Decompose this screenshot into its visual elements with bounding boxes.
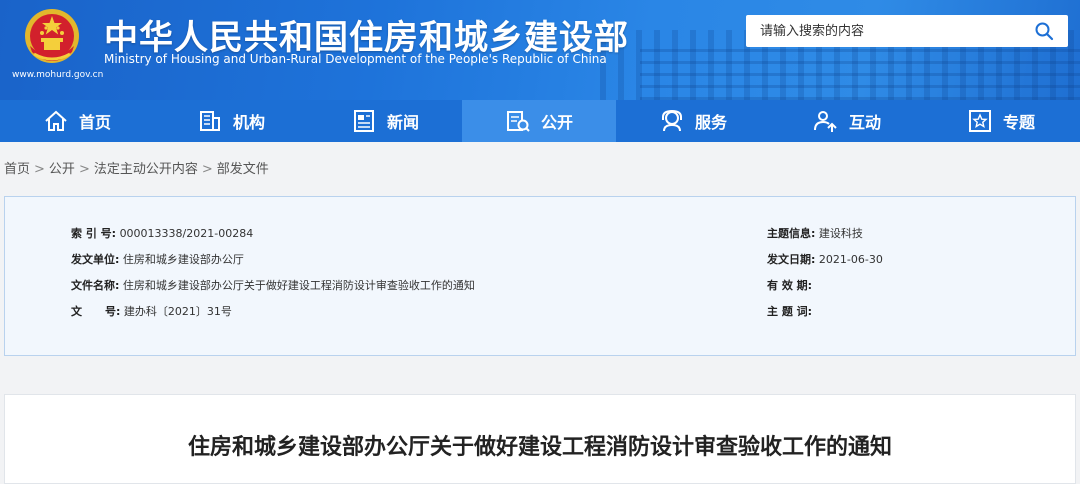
index-label: 索 引 号:	[71, 227, 117, 240]
nav-item-label: 互动	[848, 113, 881, 132]
info-row-name: 文件名称: 住房和城乡建设部办公厅关于做好建设工程消防设计审查验收工作的通知	[71, 277, 475, 293]
topic-value: 建设科技	[818, 227, 863, 240]
national-emblem-icon	[25, 9, 79, 63]
info-row-date: 发文日期: 2021-06-30	[767, 251, 883, 267]
nav-item-open[interactable]: 公开	[462, 100, 616, 142]
breadcrumb-open[interactable]: 公开	[49, 162, 75, 177]
nav-item-label: 机构	[232, 113, 265, 132]
info-row-topic: 主题信息: 建设科技	[767, 225, 863, 241]
document-info-box: 索 引 号: 000013338/2021-00284 发文单位: 住房和城乡建…	[4, 196, 1076, 356]
info-row-validity: 有 效 期:	[767, 277, 812, 293]
search-box	[746, 15, 1068, 47]
open-docs-icon	[506, 111, 530, 132]
nav-item-topic[interactable]: 专题	[924, 100, 1078, 142]
breadcrumb-separator: >	[34, 162, 45, 177]
search-icon[interactable]	[1034, 21, 1054, 41]
nav-item-label: 新闻	[386, 113, 419, 132]
index-value: 000013338/2021-00284	[119, 227, 254, 240]
breadcrumb: 首页 > 公开 > 法定主动公开内容 > 部发文件	[4, 158, 269, 177]
site-title-english: Ministry of Housing and Urban-Rural Deve…	[104, 52, 607, 66]
nav-item-interact[interactable]: 互动	[770, 100, 924, 142]
home-icon	[45, 110, 67, 131]
nav-item-organization[interactable]: 机构	[154, 100, 308, 142]
nav-item-label: 首页	[78, 113, 111, 132]
nav-item-news[interactable]: 新闻	[308, 100, 462, 142]
nav-item-label: 公开	[540, 113, 573, 132]
breadcrumb-documents[interactable]: 部发文件	[217, 162, 269, 177]
article-panel: 住房和城乡建设部办公厅关于做好建设工程消防设计审查验收工作的通知	[4, 394, 1076, 484]
interact-icon	[813, 111, 837, 132]
docno-value: 建办科〔2021〕31号	[123, 305, 232, 318]
breadcrumb-separator: >	[201, 162, 213, 177]
breadcrumb-separator: >	[78, 162, 90, 177]
date-value: 2021-06-30	[818, 253, 883, 266]
nav-item-label: 服务	[694, 113, 727, 132]
breadcrumb-statutory[interactable]: 法定主动公开内容	[94, 162, 198, 177]
site-header: www.mohurd.gov.cn 中华人民共和国住房和城乡建设部 Minist…	[0, 0, 1080, 100]
breadcrumb-home[interactable]: 首页	[4, 162, 30, 177]
info-row-index: 索 引 号: 000013338/2021-00284	[71, 225, 253, 241]
nav-item-label: 专题	[1002, 113, 1035, 132]
docno-label: 文 号:	[71, 305, 121, 318]
header-background-building-windows	[640, 48, 1080, 100]
info-row-docno: 文 号: 建办科〔2021〕31号	[71, 303, 232, 319]
news-icon	[353, 110, 374, 132]
info-row-issuer: 发文单位: 住房和城乡建设部办公厅	[71, 251, 244, 267]
nav-item-service[interactable]: 服务	[616, 100, 770, 142]
search-input[interactable]	[746, 15, 1016, 47]
issuer-label: 发文单位:	[71, 253, 120, 266]
issuer-value: 住房和城乡建设部办公厅	[122, 253, 244, 266]
article-title: 住房和城乡建设部办公厅关于做好建设工程消防设计审查验收工作的通知	[187, 434, 892, 460]
name-value: 住房和城乡建设部办公厅关于做好建设工程消防设计审查验收工作的通知	[122, 279, 475, 292]
nav-item-home[interactable]: 首页	[0, 100, 154, 142]
date-label: 发文日期:	[767, 253, 816, 266]
topic-label: 主题信息:	[767, 227, 816, 240]
building-icon	[199, 111, 220, 131]
service-icon	[661, 109, 682, 132]
main-nav: 首页 机构 新闻 公开 服务 互动 专题	[0, 100, 1080, 142]
site-url: www.mohurd.gov.cn	[12, 70, 104, 80]
info-row-keywords: 主 题 词:	[767, 303, 812, 319]
validity-label: 有 效 期:	[767, 279, 813, 292]
name-label: 文件名称:	[71, 279, 120, 292]
topic-icon	[968, 110, 991, 132]
keywords-label: 主 题 词:	[767, 305, 813, 318]
